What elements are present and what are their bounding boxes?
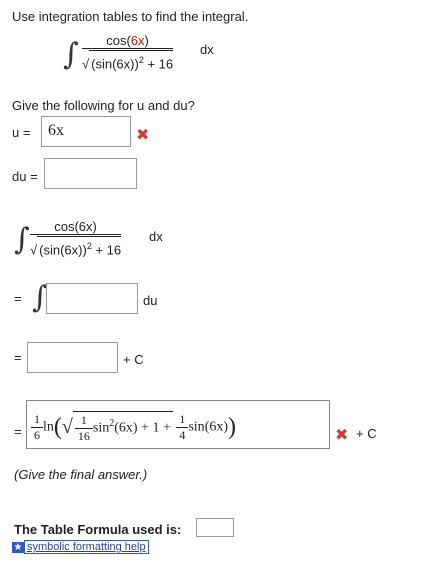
- table-formula-input[interactable]: [196, 518, 234, 537]
- step2-den-text: (sin(6x)): [39, 242, 87, 258]
- u-input[interactable]: 6x: [41, 116, 131, 147]
- frac-one-sixth: 16: [31, 412, 43, 443]
- integral-sign: ∫: [63, 37, 79, 72]
- step3-equals: =: [14, 291, 22, 306]
- sqrt-icon: √: [82, 56, 90, 72]
- sin2-arg: (6x) + 1 +: [114, 420, 171, 436]
- step4-equals: =: [14, 350, 22, 365]
- u-label: u =: [12, 125, 31, 140]
- problem-fraction: cos(6x) √ (sin(6x))2 + 16: [82, 33, 174, 73]
- sqrt-icon-3: √: [61, 416, 73, 438]
- sin2-text: sin: [92, 420, 110, 436]
- problem-numerator: cos(6x): [82, 33, 174, 49]
- du-label: du =: [12, 169, 38, 184]
- integral-sign-2: ∫: [14, 222, 30, 257]
- final-answer-box[interactable]: 1 6 ln(√ 1 16 sin2(6x) + 1 + 1 4 sin(6x)): [26, 400, 330, 449]
- step3-du: du: [143, 293, 158, 308]
- step4-plus-c: + C: [123, 352, 144, 367]
- instruction-text: Use integration tables to find the integ…: [12, 9, 249, 24]
- cos-arg: 6x: [130, 33, 145, 48]
- wrong-x-icon: ✖: [136, 127, 150, 144]
- final-wrong-x-icon: ✖: [335, 427, 349, 444]
- problem-denominator: √ (sin(6x))2 + 16: [82, 49, 174, 73]
- paren-open: (: [53, 414, 62, 440]
- den-sup: 2: [138, 55, 144, 65]
- frac-one-sixteenth: 1 16: [74, 413, 93, 444]
- step3-input[interactable]: [46, 283, 138, 314]
- step2-fraction: cos(6x) √ (sin(6x))2 + 16: [30, 219, 122, 259]
- star-icon: ★: [12, 541, 24, 553]
- sin-text: sin: [188, 419, 205, 435]
- step2-numerator: cos(6x): [30, 219, 122, 235]
- symbolic-help-link[interactable]: ★ symbolic formatting help: [12, 540, 149, 555]
- step2-den-sup: 2: [86, 241, 92, 251]
- sqrt-body: 1 16 sin2(6x) + 1 +: [72, 411, 173, 444]
- sqrt-icon-2: √: [30, 242, 38, 258]
- cos-text: cos(: [106, 33, 131, 48]
- frac-one-fourth: 14: [176, 412, 189, 443]
- den-plus16: + 16: [147, 56, 174, 72]
- sin-arg: (6x): [204, 419, 229, 435]
- paren-close: ): [228, 414, 237, 440]
- den-text: (sin(6x)): [91, 56, 139, 72]
- symbolic-help-label: symbolic formatting help: [24, 540, 149, 555]
- du-input[interactable]: [44, 158, 137, 189]
- step2-denominator: √ (sin(6x))2 + 16: [30, 235, 122, 259]
- final-plus-c: + C: [356, 426, 377, 441]
- final-equals: =: [14, 424, 22, 439]
- cos-close: ): [144, 33, 149, 48]
- table-formula-label: The Table Formula used is:: [14, 522, 182, 537]
- problem-dx: dx: [200, 42, 214, 57]
- step2-plus16: + 16: [95, 242, 122, 258]
- step2-dx: dx: [149, 229, 163, 244]
- give-final-text: (Give the final answer.): [14, 467, 148, 482]
- prompt-text: Give the following for u and du?: [12, 98, 195, 113]
- step4-input[interactable]: [27, 342, 118, 373]
- ln-text: ln: [43, 419, 54, 435]
- final-expression: 1 6 ln(√ 1 16 sin2(6x) + 1 + 1 4 sin(6x)): [31, 411, 236, 444]
